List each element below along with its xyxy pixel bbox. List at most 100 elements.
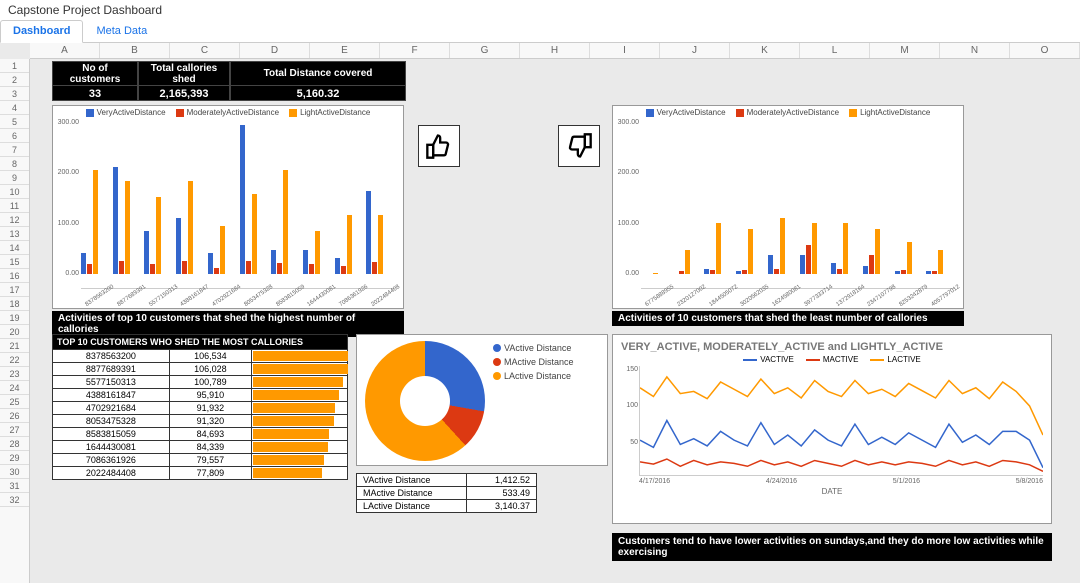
bar-group: 1844505072 xyxy=(704,223,733,274)
cell-id: 5577150313 xyxy=(53,376,170,389)
col-header[interactable]: G xyxy=(450,43,520,58)
table-row[interactable]: 8877689391106,028 xyxy=(53,363,348,376)
bar xyxy=(901,270,906,274)
row-header[interactable]: 21 xyxy=(0,339,29,353)
y-axis-labels: 300.00200.00100.000.00 xyxy=(615,119,639,277)
col-header[interactable]: E xyxy=(310,43,380,58)
bar-groups: 8378563200887768939155771503134388161847… xyxy=(81,119,395,289)
thumbs-up-icon xyxy=(418,125,460,167)
row-header[interactable]: 29 xyxy=(0,451,29,465)
table-row[interactable]: 5577150313100,789 xyxy=(53,376,348,389)
row-header[interactable]: 18 xyxy=(0,297,29,311)
x-tick-label: 8053475328 xyxy=(243,284,274,308)
tab-dashboard[interactable]: Dashboard xyxy=(0,20,83,43)
bar-group: 2320127002 xyxy=(673,250,702,274)
table-row[interactable]: 858381505984,693 xyxy=(53,428,348,441)
cell-cals: 84,339 xyxy=(169,441,251,454)
row-header[interactable]: 1 xyxy=(0,59,29,73)
col-header[interactable]: C xyxy=(170,43,240,58)
kpi-value: 5,160.32 xyxy=(231,86,405,100)
chart-least10-bars[interactable]: VeryActiveDistanceModeratelyActiveDistan… xyxy=(612,105,964,309)
row-header[interactable]: 3 xyxy=(0,87,29,101)
col-header[interactable]: M xyxy=(870,43,940,58)
bar xyxy=(87,264,92,274)
col-header[interactable]: K xyxy=(730,43,800,58)
sheet-canvas[interactable]: No of customers33Total callories shed2,1… xyxy=(30,59,1080,583)
bar xyxy=(347,215,352,274)
table-row[interactable]: 470292168491,932 xyxy=(53,402,348,415)
row-header[interactable]: 30 xyxy=(0,465,29,479)
row-header[interactable]: 10 xyxy=(0,185,29,199)
col-header[interactable]: H xyxy=(520,43,590,58)
row-header[interactable]: 7 xyxy=(0,143,29,157)
tab-meta-data[interactable]: Meta Data xyxy=(83,20,160,42)
bar xyxy=(875,229,880,274)
row-header[interactable]: 19 xyxy=(0,311,29,325)
cell-id: 1644430081 xyxy=(53,441,170,454)
cell-id: 8583815059 xyxy=(53,428,170,441)
row-header[interactable]: 17 xyxy=(0,283,29,297)
bar xyxy=(774,269,779,274)
table-row[interactable]: 202248440877,809 xyxy=(53,467,348,480)
row-header[interactable]: 11 xyxy=(0,199,29,213)
row-header[interactable]: 9 xyxy=(0,171,29,185)
row-header[interactable]: 5 xyxy=(0,115,29,129)
row-header[interactable]: 16 xyxy=(0,269,29,283)
bar xyxy=(938,250,943,274)
col-header[interactable]: D xyxy=(240,43,310,58)
row-header[interactable]: 12 xyxy=(0,213,29,227)
col-header[interactable]: L xyxy=(800,43,870,58)
row-header[interactable]: 24 xyxy=(0,381,29,395)
legend-item: VeryActiveDistance xyxy=(646,108,726,117)
table-row[interactable]: 8378563200106,534 xyxy=(53,350,348,363)
table-row[interactable]: 805347532891,320 xyxy=(53,415,348,428)
bar xyxy=(252,194,257,274)
col-header[interactable]: N xyxy=(940,43,1010,58)
col-header[interactable]: F xyxy=(380,43,450,58)
row-header[interactable]: 20 xyxy=(0,325,29,339)
row-header[interactable]: 25 xyxy=(0,395,29,409)
row-header[interactable]: 14 xyxy=(0,241,29,255)
col-header[interactable]: A xyxy=(30,43,100,58)
table-row[interactable]: 164443008184,339 xyxy=(53,441,348,454)
row-header[interactable]: 28 xyxy=(0,437,29,451)
row-header[interactable]: 31 xyxy=(0,479,29,493)
bar xyxy=(366,191,371,274)
row-header[interactable]: 23 xyxy=(0,367,29,381)
chart-line-activity[interactable]: VERY_ACTIVE, MODERATELY_ACTIVE and LIGHT… xyxy=(612,334,1052,524)
table-row[interactable]: 438816184795,910 xyxy=(53,389,348,402)
col-header[interactable]: J xyxy=(660,43,730,58)
row-header[interactable]: 13 xyxy=(0,227,29,241)
bar xyxy=(378,215,383,274)
bar xyxy=(150,264,155,274)
bar xyxy=(303,250,308,274)
bar xyxy=(704,269,709,274)
line-legend: VACTIVEMACTIVELACTIVE xyxy=(621,355,1043,364)
table-top10[interactable]: TOP 10 CUSTOMERS WHO SHED THE MOST CALLO… xyxy=(52,334,348,480)
table-distance-stats[interactable]: VActive Distance1,412.52MActive Distance… xyxy=(356,473,537,513)
row-header[interactable]: 26 xyxy=(0,409,29,423)
row-header[interactable]: 6 xyxy=(0,129,29,143)
cell-value: 533.49 xyxy=(467,487,537,500)
col-header[interactable]: B xyxy=(100,43,170,58)
col-header[interactable]: O xyxy=(1010,43,1080,58)
row-header[interactable]: 8 xyxy=(0,157,29,171)
col-header[interactable]: I xyxy=(590,43,660,58)
cell-bar xyxy=(252,363,348,376)
bar xyxy=(800,255,805,274)
legend-item: VACTIVE xyxy=(743,355,794,364)
legend-item: LACTIVE xyxy=(870,355,920,364)
row-header[interactable]: 32 xyxy=(0,493,29,507)
x-tick-label: 2022484408 xyxy=(370,284,401,308)
row-header[interactable]: 15 xyxy=(0,255,29,269)
row-header[interactable]: 2 xyxy=(0,73,29,87)
row-header[interactable]: 27 xyxy=(0,423,29,437)
chart-top10-bars[interactable]: VeryActiveDistanceModeratelyActiveDistan… xyxy=(52,105,404,309)
bar-group: 6775888955 xyxy=(641,273,670,274)
chart-donut[interactable]: VActive DistanceMActive DistanceLActive … xyxy=(356,334,608,466)
row-header[interactable]: 4 xyxy=(0,101,29,115)
bar-group: 3977333714 xyxy=(800,223,829,274)
row-header[interactable]: 22 xyxy=(0,353,29,367)
table-row[interactable]: 708636192679,557 xyxy=(53,454,348,467)
bar xyxy=(716,223,721,274)
